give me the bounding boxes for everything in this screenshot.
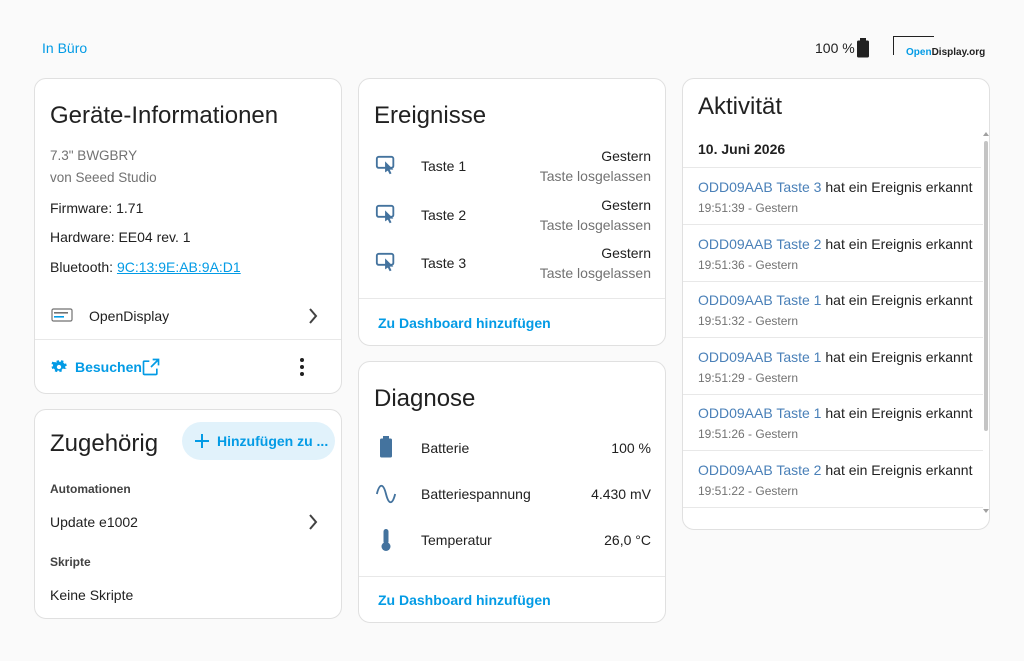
event-state: Taste losgelassen bbox=[539, 168, 651, 184]
activity-scrollbar[interactable] bbox=[983, 131, 989, 517]
event-name: Taste 2 bbox=[421, 207, 467, 223]
device-info-card: Geräte-Informationen 7.3" BWGBRY von See… bbox=[34, 78, 342, 394]
card-title: Zugehörig bbox=[50, 430, 159, 457]
activity-entry[interactable]: ODD09AAB Taste 1 hat ein Ereignis erkann… bbox=[683, 338, 983, 395]
gear-icon bbox=[51, 360, 67, 373]
device-manufacturer: von Seeed Studio bbox=[50, 170, 157, 185]
diagnostics-card: Diagnose Batterie 100 % Batteriespannung… bbox=[358, 361, 666, 623]
scripts-heading: Skripte bbox=[50, 555, 91, 569]
add-to-label: Hinzufügen zu ... bbox=[217, 433, 329, 449]
event-when: Gestern bbox=[601, 245, 651, 261]
diagnostic-value: 100 % bbox=[611, 440, 651, 456]
card-title: Aktivität bbox=[698, 93, 783, 120]
gesture-tap-button-icon bbox=[375, 252, 395, 272]
event-name: Taste 3 bbox=[421, 255, 467, 271]
battery-level-text: 100 % bbox=[815, 40, 855, 56]
activity-entry[interactable]: ODD09AAB Taste 2 hat ein Ereignis erkann… bbox=[683, 225, 983, 282]
diagnostic-row[interactable]: Batterie 100 % bbox=[359, 430, 665, 466]
diagnostic-row[interactable]: Temperatur 26,0 °C bbox=[359, 522, 665, 558]
activity-entity-link[interactable]: ODD09AAB Taste 2 bbox=[698, 236, 821, 252]
activity-time: 19:51:26 - Gestern bbox=[698, 427, 799, 441]
card-title: Geräte-Informationen bbox=[50, 102, 279, 129]
activity-time: 19:51:39 - Gestern bbox=[698, 201, 799, 215]
area-link[interactable]: In Büro bbox=[42, 40, 87, 56]
scripts-empty-text: Keine Skripte bbox=[50, 587, 134, 603]
sine-wave-icon bbox=[375, 484, 397, 504]
diagnostic-value: 4.430 mV bbox=[591, 486, 651, 502]
scroll-up-arrow-icon[interactable] bbox=[983, 131, 989, 136]
bluetooth-address-link[interactable]: 9C:13:9E:AB:9A:D1 bbox=[117, 259, 241, 275]
add-to-dashboard-button[interactable]: Zu Dashboard hinzufügen bbox=[378, 315, 551, 331]
event-when: Gestern bbox=[601, 148, 651, 164]
automations-heading: Automationen bbox=[50, 482, 131, 496]
diagnostic-name: Batterie bbox=[421, 440, 470, 456]
activity-entity-link[interactable]: ODD09AAB Taste 3 bbox=[698, 179, 821, 195]
integration-name: OpenDisplay bbox=[89, 308, 170, 324]
thermometer-icon bbox=[381, 529, 391, 551]
chevron-right-icon bbox=[309, 308, 318, 324]
automation-item[interactable]: Update e1002 bbox=[35, 506, 341, 538]
event-row[interactable]: Taste 3 Gestern Taste losgelassen bbox=[359, 242, 665, 286]
add-to-button[interactable]: Hinzufügen zu ... bbox=[182, 422, 335, 460]
event-state: Taste losgelassen bbox=[539, 217, 651, 233]
add-to-dashboard-button[interactable]: Zu Dashboard hinzufügen bbox=[378, 592, 551, 608]
scroll-down-arrow-icon[interactable] bbox=[983, 509, 989, 514]
activity-date-heading: 10. Juni 2026 bbox=[698, 141, 786, 157]
event-when: Gestern bbox=[601, 197, 651, 213]
opendisplay-logo: OpenDisplay.org bbox=[893, 36, 989, 60]
diagnostic-value: 26,0 °C bbox=[604, 532, 651, 548]
activity-entity-link[interactable]: ODD09AAB Taste 1 bbox=[698, 349, 821, 365]
plus-icon bbox=[195, 434, 209, 448]
more-vert-icon[interactable] bbox=[297, 357, 307, 377]
event-name: Taste 1 bbox=[421, 158, 467, 174]
device-model: 7.3" BWGBRY bbox=[50, 148, 138, 163]
firmware-version: Firmware: 1.71 bbox=[50, 200, 144, 216]
integration-row[interactable]: OpenDisplay bbox=[35, 293, 341, 339]
card-title: Diagnose bbox=[374, 385, 476, 412]
open-in-new-icon bbox=[142, 358, 160, 376]
visit-button[interactable]: Besuchen bbox=[47, 353, 167, 383]
related-card: Zugehörig Hinzufügen zu ... Automationen… bbox=[34, 409, 342, 619]
diagnostic-name: Batteriespannung bbox=[421, 486, 531, 502]
activity-entry[interactable]: ODD09AAB Taste 1 hat ein Ereignis erkann… bbox=[683, 281, 983, 338]
gesture-tap-button-icon bbox=[375, 204, 395, 224]
activity-time: 19:51:29 - Gestern bbox=[698, 371, 799, 385]
activity-entry[interactable]: ODD09AAB Taste 1 hat ein Ereignis erkann… bbox=[683, 394, 983, 451]
diagnostic-name: Temperatur bbox=[421, 532, 492, 548]
battery-full-icon bbox=[857, 38, 869, 58]
top-bar: In Büro 100 % OpenDisplay.org bbox=[0, 0, 1024, 78]
chevron-right-icon bbox=[309, 514, 318, 530]
integration-logo-icon bbox=[51, 308, 73, 322]
events-card: Ereignisse Taste 1 Gestern Taste losgela… bbox=[358, 78, 666, 346]
gesture-tap-button-icon bbox=[375, 155, 395, 175]
event-state: Taste losgelassen bbox=[539, 265, 651, 281]
bluetooth-label: Bluetooth: bbox=[50, 259, 114, 275]
activity-entry[interactable]: ODD09AAB Taste 3 hat ein Ereignis erkann… bbox=[683, 168, 983, 225]
activity-entry[interactable]: ODD09AAB Taste 2 hat ein Ereignis erkann… bbox=[683, 451, 983, 508]
activity-entity-link[interactable]: ODD09AAB Taste 2 bbox=[698, 462, 821, 478]
activity-entity-link[interactable]: ODD09AAB Taste 1 bbox=[698, 405, 821, 421]
activity-card: Aktivität 10. Juni 2026 ODD09AAB Taste 3… bbox=[682, 78, 990, 530]
hardware-version: Hardware: EE04 rev. 1 bbox=[50, 229, 191, 245]
card-title: Ereignisse bbox=[374, 102, 487, 129]
bluetooth-row: Bluetooth: 9C:13:9E:AB:9A:D1 bbox=[50, 259, 241, 275]
activity-time: 19:51:36 - Gestern bbox=[698, 258, 799, 272]
scrollbar-thumb[interactable] bbox=[984, 141, 988, 431]
activity-time: 19:51:22 - Gestern bbox=[698, 484, 799, 498]
visit-label: Besuchen bbox=[75, 359, 142, 375]
activity-time: 19:51:32 - Gestern bbox=[698, 314, 799, 328]
battery-icon bbox=[380, 436, 392, 458]
event-row[interactable]: Taste 1 Gestern Taste losgelassen bbox=[359, 145, 665, 189]
diagnostic-row[interactable]: Batteriespannung 4.430 mV bbox=[359, 476, 665, 512]
event-row[interactable]: Taste 2 Gestern Taste losgelassen bbox=[359, 194, 665, 238]
automation-name: Update e1002 bbox=[50, 514, 138, 530]
activity-entity-link[interactable]: ODD09AAB Taste 1 bbox=[698, 292, 821, 308]
